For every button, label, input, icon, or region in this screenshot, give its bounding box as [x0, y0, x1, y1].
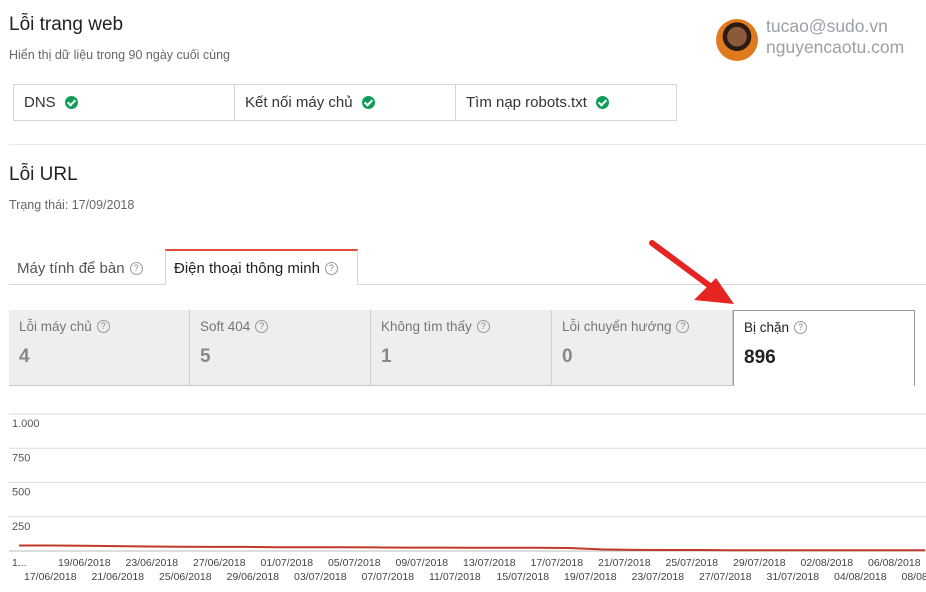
x-tick-label: 27/07/2018 [699, 571, 752, 583]
status-dns[interactable]: DNS [14, 85, 235, 120]
metric-label: Lỗi chuyển hướng [562, 319, 672, 334]
metric-label: Bị chặn [744, 320, 790, 335]
metric-label: Lỗi máy chủ [19, 319, 92, 334]
x-tick-label: 05/07/2018 [328, 557, 381, 569]
watermark-email: tucao@sudo.vn [766, 16, 888, 36]
y-tick-label: 250 [12, 521, 30, 533]
avatar [716, 19, 758, 61]
help-icon[interactable]: ? [324, 261, 338, 275]
metric-value: 896 [744, 347, 776, 368]
x-tick-label: 17/07/2018 [531, 557, 584, 569]
x-tick-label: 06/08/2018 [868, 557, 921, 569]
help-icon[interactable]: ? [794, 321, 808, 334]
x-tick-label: 31/07/2018 [767, 571, 820, 583]
x-tick-label: 02/08/2018 [801, 557, 854, 569]
watermark-site: nguyencaotu.com [766, 37, 905, 57]
help-icon[interactable]: ? [676, 320, 690, 333]
metric-value: 1 [381, 346, 392, 367]
tab-underline [9, 284, 165, 285]
url-errors-status: Trạng thái: 17/09/2018 [9, 198, 135, 212]
check-circle-icon [595, 96, 609, 109]
y-tick-label: 1.000 [12, 418, 40, 430]
x-tick-label: 25/06/2018 [159, 571, 212, 583]
metric-value: 4 [19, 346, 30, 367]
tab-label: Máy tính để bàn [17, 259, 125, 277]
url-errors-title: Lỗi URL [9, 164, 78, 185]
x-tick-label: 27/06/2018 [193, 557, 246, 569]
metric-redirect-error[interactable]: Lỗi chuyển hướng? 0 [552, 310, 733, 386]
x-tick-label: 19/07/2018 [564, 571, 617, 583]
status-label: Tìm nạp robots.txt [466, 94, 587, 111]
tab-smartphone[interactable]: Điện thoại thông minh ? [165, 249, 358, 285]
status-label: Kết nối máy chủ [245, 94, 353, 111]
series-line [19, 544, 925, 552]
help-icon[interactable]: ? [255, 320, 269, 333]
tab-label: Điện thoại thông minh [174, 259, 320, 277]
tab-underline [358, 284, 926, 285]
page-subtitle: Hiển thị dữ liệu trong 90 ngày cuối cùng [9, 48, 231, 62]
x-tick-label: 29/07/2018 [733, 557, 786, 569]
site-status-table: DNS Kết nối máy chủ Tìm nạp robots.txt [13, 84, 677, 121]
x-tick-label: 23/06/2018 [126, 557, 179, 569]
x-tick-label: 17/06/2018 [24, 571, 77, 583]
x-tick-label: 29/06/2018 [227, 571, 280, 583]
x-tick-label: 23/07/2018 [632, 571, 685, 583]
x-tick-label: 09/07/2018 [396, 557, 449, 569]
page-title: Lỗi trang web [9, 14, 124, 35]
check-circle-icon [361, 96, 375, 109]
x-tick-label: 19/06/2018 [58, 557, 111, 569]
y-tick-label: 750 [12, 452, 30, 464]
x-tick-label: 21/07/2018 [598, 557, 651, 569]
y-tick-label: 500 [12, 487, 30, 499]
status-label: DNS [24, 94, 56, 111]
x-tick-label: 15/07/2018 [497, 571, 550, 583]
help-icon[interactable]: ? [476, 320, 490, 333]
metric-label: Soft 404 [200, 319, 251, 334]
section-divider [9, 144, 926, 145]
x-tick-label: 08/08 [902, 571, 926, 583]
x-tick-label: 21/06/2018 [92, 571, 145, 583]
x-tick-label: 13/07/2018 [463, 557, 516, 569]
x-tick-label: 04/08/2018 [834, 571, 887, 583]
metric-server-error[interactable]: Lỗi máy chủ? 4 [9, 310, 190, 386]
x-tick-label: 1... [12, 557, 27, 569]
x-tick-label: 07/07/2018 [362, 571, 415, 583]
blocked-urls-chart: 1.000 750 500 250 1... 19/06/2018 23/06/2018 27… [9, 413, 926, 583]
x-tick-label: 25/07/2018 [666, 557, 719, 569]
author-watermark: tucao@sudo.vn nguyencaotu.com [716, 16, 921, 62]
metric-soft-404[interactable]: Soft 404? 5 [190, 310, 371, 386]
metric-value: 5 [200, 346, 211, 367]
help-icon[interactable]: ? [129, 261, 143, 275]
status-robots-fetch[interactable]: Tìm nạp robots.txt [456, 85, 676, 120]
metric-blocked[interactable]: Bị chặn? 896 [733, 310, 915, 386]
status-server-connectivity[interactable]: Kết nối máy chủ [235, 85, 456, 120]
x-tick-label: 11/07/2018 [429, 571, 481, 583]
metric-not-found[interactable]: Không tìm thấy? 1 [371, 310, 552, 386]
tab-desktop[interactable]: Máy tính để bàn ? [9, 250, 159, 286]
check-circle-icon [64, 96, 78, 109]
help-icon[interactable]: ? [96, 320, 110, 333]
metric-label: Không tìm thấy [381, 319, 472, 334]
x-tick-label: 03/07/2018 [294, 571, 347, 583]
metric-value: 0 [562, 346, 573, 367]
x-tick-label: 01/07/2018 [261, 557, 314, 569]
